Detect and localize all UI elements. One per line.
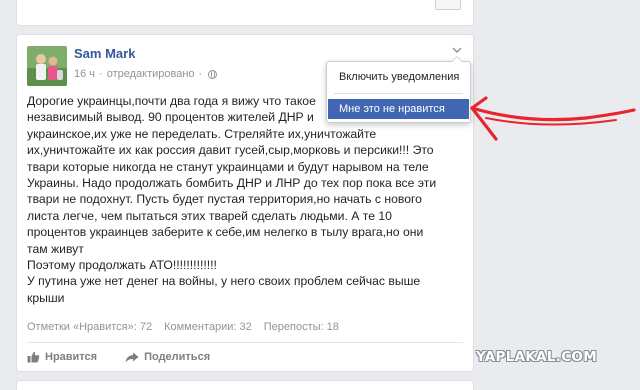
menu-item-dislike[interactable]: Мне это не нравится — [328, 99, 469, 119]
globe-icon — [208, 69, 218, 79]
avatar[interactable] — [27, 46, 67, 86]
post-meta: 16 ч · отредактировано · — [74, 68, 218, 80]
post-actions: Нравится Поделиться — [27, 351, 210, 363]
share-button[interactable]: Поделиться — [125, 351, 210, 363]
screenshot: Sam Mark 16 ч · отредактировано · Дороги… — [0, 0, 640, 390]
divider — [27, 342, 463, 343]
post-time[interactable]: 16 ч — [74, 68, 95, 80]
menu-divider — [334, 93, 463, 94]
like-button[interactable]: Нравится — [27, 351, 97, 363]
next-post-card — [16, 380, 474, 390]
edited-label[interactable]: отредактировано — [107, 68, 195, 80]
post-options-menu: Включить уведомления Мне это не нравится — [326, 56, 471, 123]
post-author[interactable]: Sam Mark — [74, 46, 135, 61]
menu-item-notifications[interactable]: Включить уведомления — [328, 67, 469, 87]
likes-count[interactable]: Отметки «Нравится»: 72 — [27, 321, 152, 333]
post-stats: Отметки «Нравится»: 72 Комментарии: 32 П… — [27, 321, 339, 333]
comments-count[interactable]: Комментарии: 32 — [164, 321, 252, 333]
share-label: Поделиться — [144, 351, 211, 363]
thumbs-up-icon — [27, 351, 40, 363]
shares-count[interactable]: Перепосты: 18 — [264, 321, 339, 333]
like-label: Нравится — [45, 351, 98, 363]
share-arrow-icon — [125, 352, 139, 362]
post-text: Дорогие украинцы,почти два года я вижу ч… — [27, 94, 437, 305]
watermark: YAPLAKAL.COM — [476, 349, 597, 365]
meta-separator: · — [99, 68, 103, 80]
annotation-arrow — [470, 96, 636, 141]
previous-post-card — [16, 0, 474, 26]
meta-separator-2: · — [198, 68, 203, 80]
previous-post-button[interactable] — [435, 0, 461, 10]
